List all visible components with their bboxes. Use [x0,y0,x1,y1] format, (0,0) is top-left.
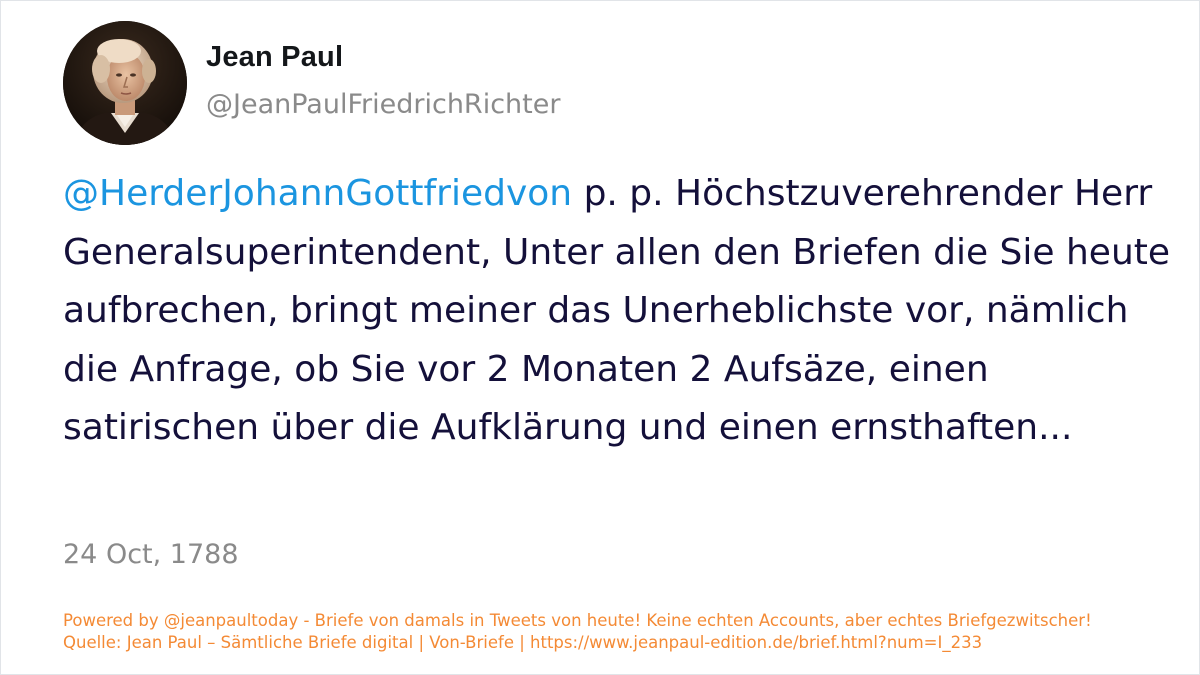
tweet-body: p. p. Höchstzuverehrender Herr Generalsu… [63,173,1171,448]
footer-source: Quelle: Jean Paul – Sämtliche Briefe dig… [63,633,983,652]
footer-powered-by: Powered by @jeanpaultoday - Briefe von d… [63,611,1092,630]
tweet-date: 24 Oct, 1788 [63,539,239,570]
mention-link[interactable]: @HerderJohannGottfriedvon [63,173,572,214]
author-display-name[interactable]: Jean Paul [206,41,343,74]
tweet-card: Jean Paul @JeanPaulFriedrichRichter @Her… [0,0,1200,675]
tweet-text: @HerderJohannGottfriedvon p. p. Höchstzu… [63,165,1173,458]
portrait-avatar-icon [63,21,187,145]
author-handle[interactable]: @JeanPaulFriedrichRichter [206,89,560,120]
footer: Powered by @jeanpaultoday - Briefe von d… [63,610,1183,654]
avatar[interactable] [63,21,187,145]
